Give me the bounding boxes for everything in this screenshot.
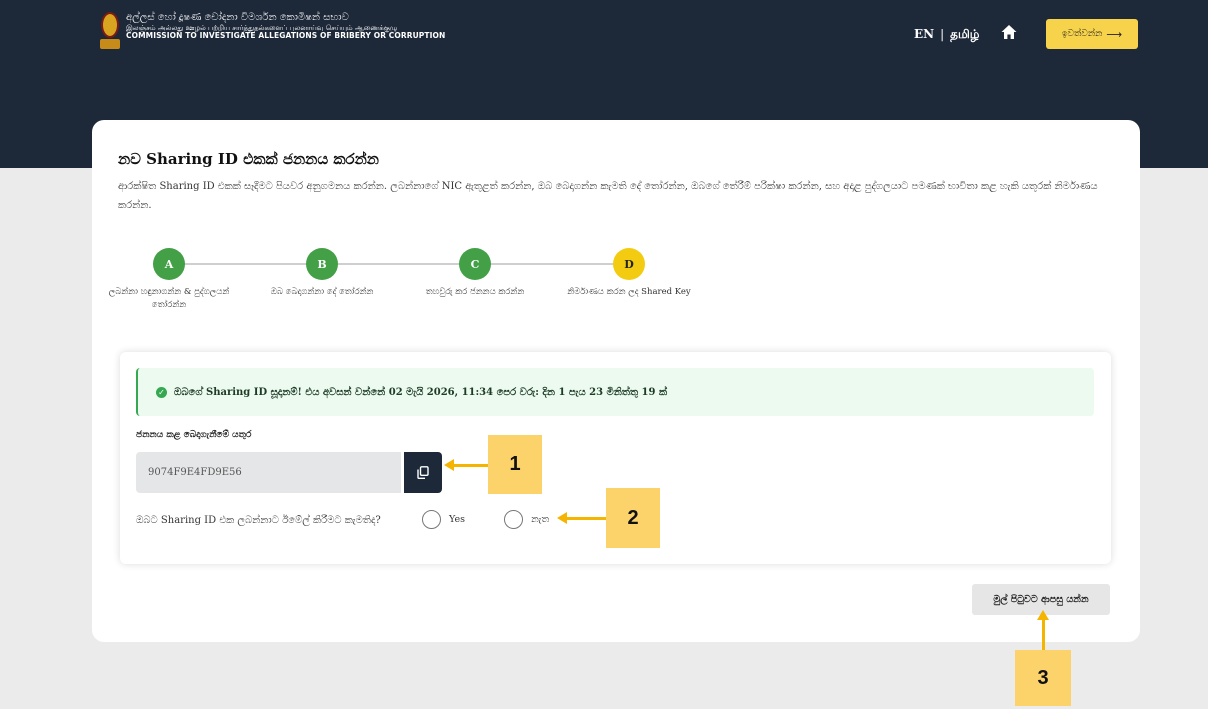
- check-circle-icon: ✓: [156, 386, 167, 398]
- share-key-field[interactable]: 9074F9E4FD9E56: [136, 452, 401, 493]
- step-a-circle: A: [153, 248, 185, 280]
- lang-separator: |: [940, 27, 945, 41]
- page-description: ආරක්ෂිත Sharing ID එකක් සෑදීමට පියවර අනු…: [118, 181, 1098, 211]
- callout-2-arrowhead: [557, 512, 567, 524]
- radio-no-circle[interactable]: [504, 510, 523, 529]
- radio-no-label: නැත: [531, 514, 550, 525]
- logout-label: ඉවත්වන්න: [1061, 29, 1103, 39]
- step-c-circle: C: [459, 248, 491, 280]
- step-d-label: නිර්මාණය කරන ලද Shared Key: [567, 287, 691, 297]
- lang-ta-link[interactable]: தமிழ்: [950, 27, 979, 41]
- radio-yes-circle[interactable]: [422, 510, 441, 529]
- lang-en-link[interactable]: EN: [914, 27, 934, 41]
- callout-2: 2: [606, 488, 660, 548]
- step-d: D නිර්මාණය කරන ලද Shared Key: [564, 248, 694, 299]
- copy-icon: [417, 466, 429, 479]
- success-message: ඔබගේ Sharing ID සූදානම්! එය අවසන් වන්නේ …: [174, 386, 668, 398]
- email-question: ඔබට Sharing ID එක ලබන්නාට ඊමේල් කිරීමට ක…: [136, 515, 381, 526]
- page-title: නව Sharing ID එකක් ජනනය කරන්න: [118, 150, 379, 168]
- language-switcher: EN | தமிழ்: [914, 27, 979, 43]
- step-a: A ලබන්නා හඳුනාගන්න & පුද්ගලයන් තෝරන්න: [104, 248, 234, 312]
- stepper-line: [169, 263, 630, 265]
- step-a-label: ලබන්නා හඳුනාගන්න & පුද්ගලයන් තෝරන්න: [108, 287, 230, 310]
- key-label: ජනනය කළ බෙදාගැනීමේ යතුර: [136, 430, 252, 440]
- radio-yes-label: Yes: [449, 514, 465, 525]
- emblem-icon: [100, 12, 120, 54]
- callout-1: 1: [488, 435, 542, 494]
- success-alert: ✓ ඔබගේ Sharing ID සූදානම්! එය අවසන් වන්න…: [136, 368, 1094, 416]
- step-b: B ඔබ බෙදාගන්නා දේ තෝරන්න: [257, 248, 387, 299]
- step-c: C තහවුරු කර ජනනය කරන්න: [410, 248, 540, 299]
- radio-yes[interactable]: Yes: [422, 510, 465, 529]
- org-name: අල්ලස් හෝ දූෂණ චෝදනා විමර්ශන කොමිෂන් සභා…: [126, 12, 445, 40]
- arrow-right-icon: ⟶: [1106, 27, 1123, 41]
- main-card: නව Sharing ID එකක් ජනනය කරන්න ආරක්ෂිත Sh…: [92, 120, 1140, 642]
- step-b-circle: B: [306, 248, 338, 280]
- callout-1-arrow: [452, 464, 488, 467]
- radio-no[interactable]: නැත: [504, 510, 549, 529]
- org-logo[interactable]: අල්ලස් හෝ දූෂණ චෝදනා විමර්ශන කොමිෂන් සභා…: [100, 12, 445, 54]
- step-c-label: තහවුරු කර ජනනය කරන්න: [425, 287, 525, 297]
- callout-3: 3: [1015, 650, 1071, 706]
- org-name-en: COMMISSION TO INVESTIGATE ALLEGATIONS OF…: [126, 30, 446, 40]
- callout-1-arrowhead: [444, 459, 454, 471]
- callout-3-arrowhead: [1037, 610, 1049, 620]
- callout-3-arrow: [1042, 620, 1045, 650]
- step-b-label: ඔබ බෙදාගන්නා දේ තෝරන්න: [270, 287, 374, 297]
- copy-button[interactable]: [404, 452, 442, 493]
- org-name-si: අල්ලස් හෝ දූෂණ චෝදනා විමර්ශන කොමිෂන් සභා…: [126, 12, 349, 23]
- callout-2-arrow: [566, 517, 606, 520]
- logout-button[interactable]: ඉවත්වන්න ⟶: [1046, 19, 1138, 49]
- step-d-circle: D: [613, 248, 645, 280]
- home-icon[interactable]: [1001, 24, 1017, 40]
